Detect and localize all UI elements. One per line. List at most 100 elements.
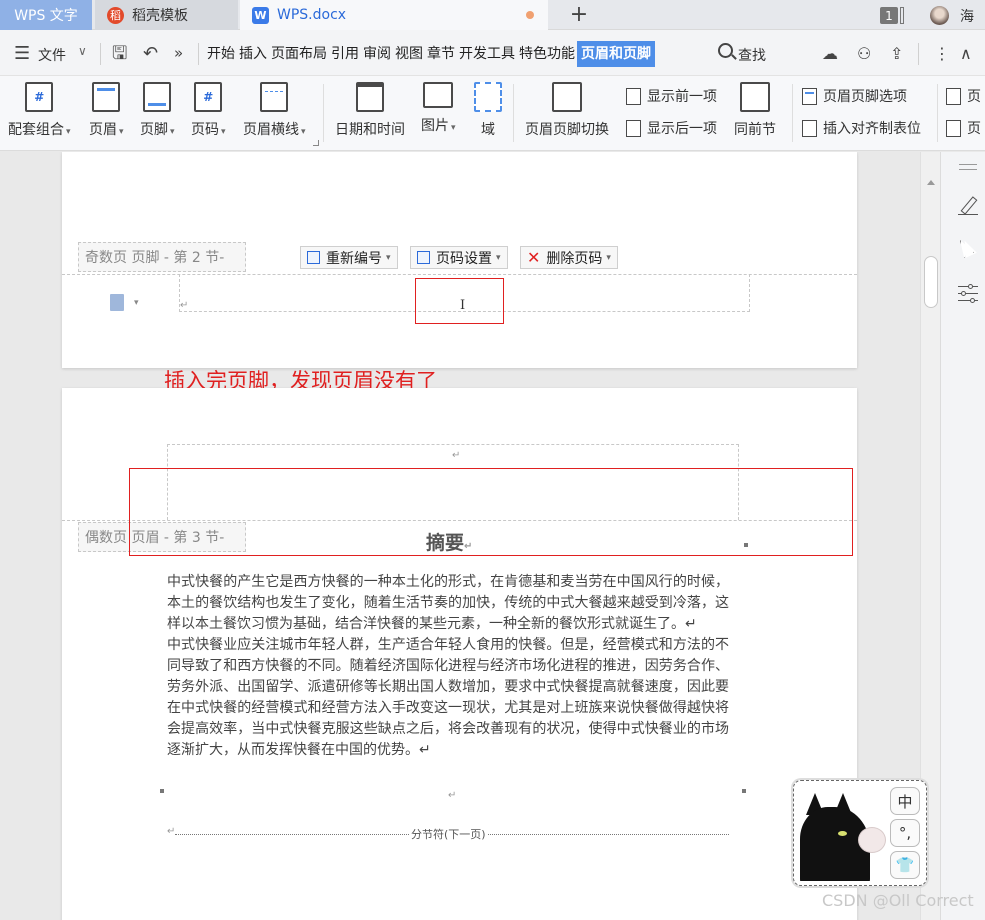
page-number-label: 页码 (191, 122, 219, 138)
dialog-launcher-icon[interactable] (313, 140, 319, 146)
tab-section[interactable]: 章节 (425, 41, 457, 67)
picture-label: 图片 (421, 118, 449, 134)
insert-align-tab-button[interactable]: 插入对齐制表位 (802, 118, 921, 138)
paragraph-mark: ↵ (452, 450, 461, 461)
insert-align-tab-label: 插入对齐制表位 (823, 121, 921, 137)
header-footer-options-button[interactable]: 页眉页脚选项 (802, 86, 907, 106)
header-button[interactable]: 页眉 ▾ (89, 82, 124, 139)
ime-punctuation-toggle[interactable]: °, (890, 819, 920, 847)
ribbon-tabs: 开始 插入 页面布局 引用 审阅 视图 章节 开发工具 特色功能 页眉和页脚 (205, 40, 655, 68)
divider (198, 43, 199, 65)
tab-daoke-templates[interactable]: 稻 稻壳模板 (95, 0, 238, 30)
header-icon (92, 82, 121, 112)
abstract-body[interactable]: 中式快餐的产生它是西方快餐的一种本土化的形式，在肯德基和麦当劳在中国风行的时候，… (167, 572, 729, 761)
page-number-settings-button[interactable]: 页码设置 ▾ (410, 246, 508, 269)
cloud-icon[interactable]: ☁ (822, 44, 838, 63)
tab-document[interactable]: W WPS.docx (240, 0, 548, 30)
field-icon (474, 82, 502, 112)
show-previous-icon (626, 87, 641, 105)
date-time-button[interactable]: 日期和时间 (335, 82, 405, 139)
ime-language-toggle[interactable]: 中 (890, 787, 920, 815)
body-paragraph: 中式快餐的产生它是西方快餐的一种本土化的形式，在肯德基和麦当劳在中国风行的时候，… (167, 574, 729, 632)
renumber-button[interactable]: 重新编号 ▾ (300, 246, 398, 269)
tab-special-features[interactable]: 特色功能 (517, 41, 577, 67)
new-tab-button[interactable]: + (568, 2, 590, 27)
combo-icon: # (25, 82, 54, 112)
switch-icon (552, 82, 582, 112)
save-icon[interactable]: 🖫 (112, 45, 127, 63)
tab-insert[interactable]: 插入 (237, 41, 269, 67)
document-canvas[interactable]: 奇数页 页脚 - 第 2 节- 重新编号 ▾ 页码设置 ▾ ✕ 删除页码 ▾ ↵… (0, 152, 920, 920)
add-user-icon[interactable]: ⚇ (857, 44, 871, 63)
renumber-label: 重新编号 (326, 250, 382, 267)
document-options-icon[interactable] (110, 294, 124, 311)
divider (937, 84, 938, 142)
tab-header-footer[interactable]: 页眉和页脚 (577, 41, 655, 67)
tab-wps-writer[interactable]: WPS 文字 (0, 0, 92, 30)
panel-grip-icon[interactable] (959, 164, 977, 170)
scrollbar-thumb[interactable] (924, 256, 938, 308)
title-bar: WPS 文字 稻 稻壳模板 W WPS.docx + 1 海 (0, 0, 985, 30)
header-line-button[interactable]: 页眉横线 ▾ (243, 82, 306, 139)
page-number-settings-label: 页码设置 (436, 250, 492, 267)
same-as-previous-button[interactable]: 同前节 (734, 82, 776, 139)
show-next-icon (626, 119, 641, 137)
tab-references[interactable]: 引用 (329, 41, 361, 67)
tab-developer[interactable]: 开发工具 (457, 41, 517, 67)
paragraph-mark: ↵ (180, 300, 189, 311)
scroll-up-icon[interactable] (927, 180, 935, 185)
search-button[interactable]: 查找 (738, 45, 766, 65)
more-options-icon[interactable]: ⋮ (934, 44, 950, 63)
settings-sliders-icon[interactable] (958, 284, 978, 304)
window-list-icon[interactable] (900, 7, 904, 24)
input-method-widget[interactable]: 中 °, 👕 (793, 780, 927, 886)
tab-wps-writer-label: WPS 文字 (14, 8, 78, 24)
field-button[interactable]: 域 (474, 82, 502, 139)
footer-button[interactable]: 页脚 ▾ (140, 82, 175, 139)
chevron-down-icon[interactable]: ▾ (134, 298, 139, 308)
page-number-icon: # (194, 82, 223, 112)
switch-header-footer-button[interactable]: 页眉页脚切换 (525, 82, 609, 139)
header-line-icon (260, 82, 289, 112)
hamburger-menu-icon[interactable]: ☰ (14, 45, 30, 63)
header-line-label: 页眉横线 (243, 122, 299, 138)
overflow-button-2[interactable]: 页 (946, 118, 981, 138)
tab-review[interactable]: 审阅 (361, 41, 393, 67)
tab-page-layout[interactable]: 页面布局 (269, 41, 329, 67)
text-cursor-icon: I (460, 298, 466, 313)
overflow-button-1[interactable]: 页 (946, 86, 981, 106)
page-2[interactable]: ↵ 偶数页 页眉 - 第 3 节- 摘要↵ 中式快餐的产生它是西方快餐的一种本土… (62, 388, 857, 920)
body-paragraph: 中式快餐业应关注城市年轻人群，生产适合年轻人食用的快餐。但是，经营模式和方法的不… (167, 637, 729, 758)
file-menu-button[interactable]: 文件 (38, 45, 66, 65)
combo-label: 配套组合 (8, 122, 64, 138)
search-icon[interactable] (718, 43, 733, 58)
date-time-label: 日期和时间 (335, 122, 405, 138)
window-count-badge[interactable]: 1 (880, 7, 898, 24)
more-icon[interactable]: » (174, 46, 183, 61)
show-previous-button[interactable]: 显示前一项 (626, 86, 717, 106)
share-icon[interactable]: ⇪ (890, 44, 903, 63)
page-1[interactable]: 奇数页 页脚 - 第 2 节- 重新编号 ▾ 页码设置 ▾ ✕ 删除页码 ▾ ↵… (62, 152, 857, 368)
overflow-label-2: 页 (967, 121, 981, 137)
delete-page-number-label: 删除页码 (546, 250, 603, 267)
text-boundary-marker (742, 789, 746, 793)
ime-skin-icon[interactable]: 👕 (890, 851, 920, 879)
chevron-down-icon[interactable]: ∨ (78, 44, 87, 58)
text-boundary-marker (160, 789, 164, 793)
paragraph-mark: ↵ (167, 826, 176, 837)
avatar[interactable] (930, 6, 949, 25)
select-cursor-icon[interactable] (958, 240, 978, 260)
pen-icon[interactable] (958, 196, 978, 216)
page-number-button[interactable]: # 页码 ▾ (191, 82, 226, 139)
close-icon: ✕ (527, 247, 541, 267)
undo-icon[interactable]: ↶ (143, 45, 158, 63)
tab-view[interactable]: 视图 (393, 41, 425, 67)
delete-page-number-button[interactable]: ✕ 删除页码 ▾ (520, 246, 618, 269)
picture-button[interactable]: 图片 ▾ (421, 82, 456, 135)
show-next-button[interactable]: 显示后一项 (626, 118, 717, 138)
collapse-ribbon-icon[interactable]: ∧ (960, 44, 972, 63)
text-boundary-marker (744, 543, 748, 547)
tab-home[interactable]: 开始 (205, 41, 237, 67)
combo-button[interactable]: # 配套组合 ▾ (8, 82, 71, 139)
user-name[interactable]: 海 (960, 6, 974, 26)
